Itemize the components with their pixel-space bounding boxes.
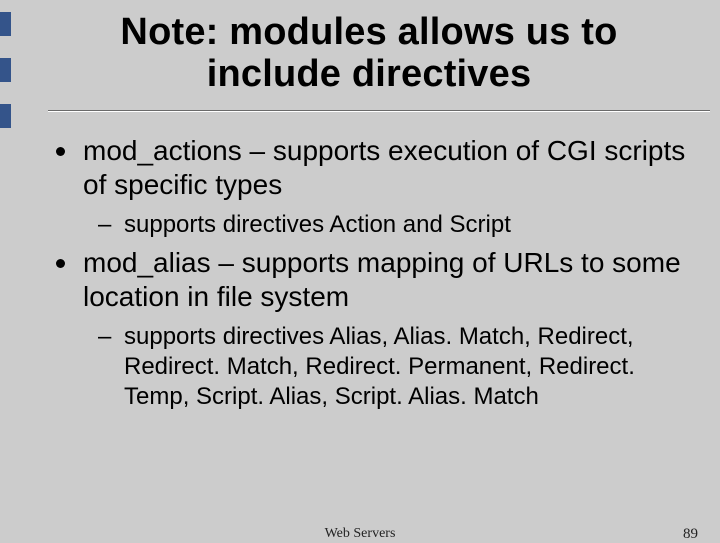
bullet-text: supports directives Action and Script (124, 210, 511, 240)
bullet-level1: mod_actions – supports execution of CGI … (56, 134, 692, 202)
bullet-level2: – supports directives Alias, Alias. Matc… (98, 322, 692, 412)
bullet-dash-icon: – (98, 322, 110, 352)
bullet-dash-icon: – (98, 210, 110, 240)
bullet-dot-icon (56, 147, 65, 156)
title-underline (48, 110, 710, 112)
slide-content: mod_actions – supports execution of CGI … (48, 122, 720, 413)
bullet-text: mod_alias – supports mapping of URLs to … (83, 246, 692, 314)
bullet-text: supports directives Alias, Alias. Match,… (124, 322, 692, 412)
bullet-level2: – supports directives Action and Script (98, 210, 692, 240)
slide: Note: modules allows us to include direc… (0, 0, 720, 540)
title-line-2: include directives (207, 53, 532, 95)
bullet-level1: mod_alias – supports mapping of URLs to … (56, 246, 692, 314)
bullet-dot-icon (56, 259, 65, 268)
title-line-1: Note: modules allows us to (120, 11, 617, 53)
bullet-text: mod_actions – supports execution of CGI … (83, 134, 692, 202)
slide-title: Note: modules allows us to include direc… (48, 0, 720, 106)
footer-page-number: 89 (683, 526, 698, 543)
